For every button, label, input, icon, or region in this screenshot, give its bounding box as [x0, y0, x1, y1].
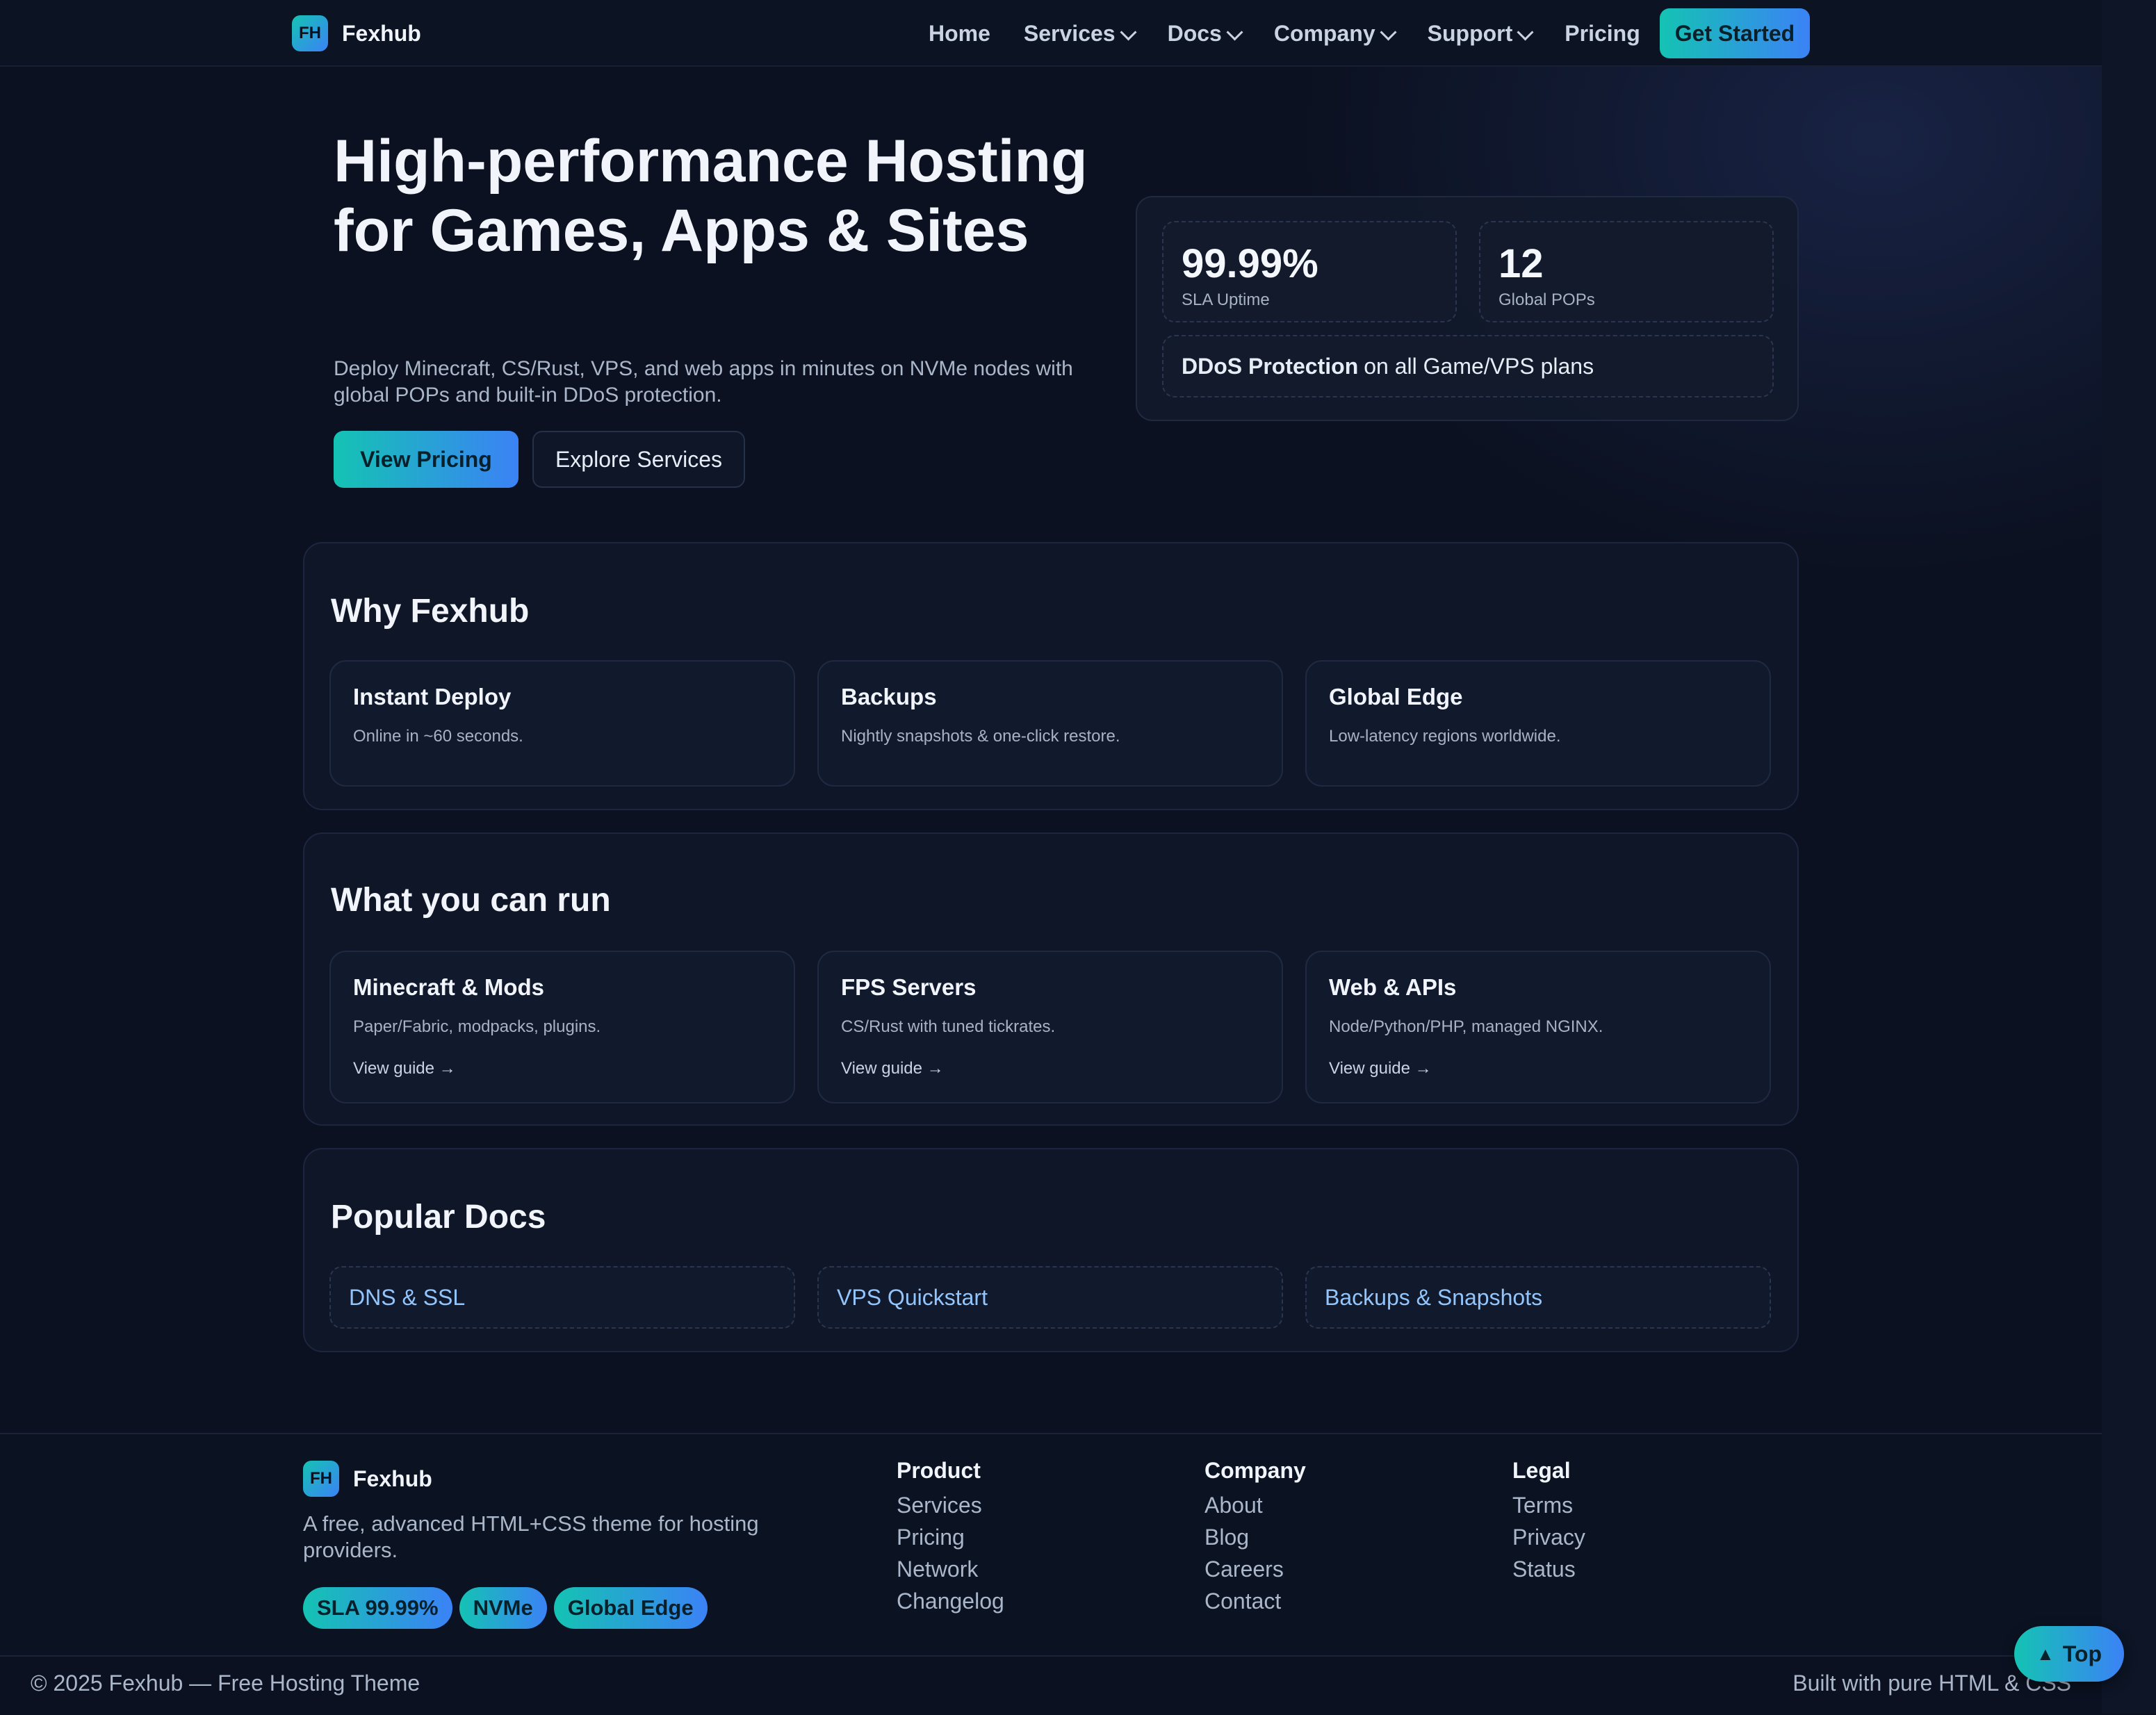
hero-title: High-performance Hosting for Games, Apps…	[334, 128, 1088, 264]
footer-col-title: Product	[897, 1458, 981, 1483]
brand-name: Fexhub	[353, 1466, 432, 1491]
chevron-down-icon	[1226, 23, 1243, 41]
explore-services-button[interactable]: Explore Services	[532, 431, 745, 488]
run-card-web-apis: Web & APIs Node/Python/PHP, managed NGIN…	[1305, 951, 1771, 1103]
view-guide-link[interactable]: View guide →	[841, 1059, 944, 1078]
brand-logo-icon: FH	[303, 1461, 339, 1497]
ddos-note: DDoS Protection on all Game/VPS plans	[1162, 335, 1774, 397]
footer-col-legal: Legal Terms Privacy Status	[1512, 1458, 1585, 1585]
get-started-button[interactable]: Get Started	[1659, 8, 1811, 58]
stats-card: 99.99% SLA Uptime 12 Global POPs DDoS Pr…	[1136, 196, 1799, 421]
nav-item-docs[interactable]: Docs	[1167, 20, 1243, 47]
view-pricing-button[interactable]: View Pricing	[334, 431, 518, 488]
ddos-rest: on all Game/VPS plans	[1364, 353, 1594, 379]
nav-item-label: Services	[1023, 20, 1116, 46]
view-guide-link[interactable]: View guide →	[353, 1059, 456, 1078]
docs-section: Popular Docs DNS & SSL VPS Quickstart Ba…	[303, 1148, 1799, 1352]
run-section: What you can run Minecraft & Mods Paper/…	[303, 832, 1799, 1126]
card-title: FPS Servers	[841, 974, 977, 1000]
stat-label: SLA Uptime	[1182, 290, 1270, 309]
chevron-down-icon	[1120, 23, 1137, 41]
footer-link-careers[interactable]: Careers	[1204, 1553, 1306, 1585]
nav-item-services[interactable]: Services	[1023, 20, 1137, 47]
brand-logo-icon: FH	[292, 15, 328, 51]
card-text: CS/Rust with tuned tickrates.	[841, 1017, 1056, 1036]
card-title: Instant Deploy	[353, 684, 512, 709]
back-to-top-label: Top	[2062, 1641, 2102, 1666]
copyright: © 2025 Fexhub — Free Hosting Theme	[31, 1671, 420, 1696]
feature-card-backups: Backups Nightly snapshots & one-click re…	[817, 660, 1283, 787]
nav-item-company[interactable]: Company	[1273, 20, 1397, 47]
card-title: Minecraft & Mods	[353, 974, 545, 1000]
card-text: Low-latency regions worldwide.	[1329, 727, 1561, 746]
main-menu: Home Services Docs Company Support Prici…	[929, 8, 1811, 58]
feature-card-global-edge: Global Edge Low-latency regions worldwid…	[1305, 660, 1771, 787]
view-guide-link[interactable]: View guide →	[1329, 1059, 1432, 1078]
footer-link-privacy[interactable]: Privacy	[1512, 1521, 1585, 1553]
stat-pops: 12 Global POPs	[1479, 221, 1774, 322]
card-text: Node/Python/PHP, managed NGINX.	[1329, 1017, 1603, 1036]
footer-link-services[interactable]: Services	[897, 1489, 1004, 1521]
stat-uptime: 99.99% SLA Uptime	[1162, 221, 1457, 322]
run-card-fps-servers: FPS Servers CS/Rust with tuned tickrates…	[817, 951, 1283, 1103]
triangle-up-icon: ▲	[2036, 1643, 2055, 1664]
run-card-minecraft: Minecraft & Mods Paper/Fabric, modpacks,…	[329, 951, 795, 1103]
nav-item-home[interactable]: Home	[929, 21, 990, 47]
badge-sla: SLA 99.99%	[303, 1587, 452, 1629]
footer-tagline: A free, advanced HTML+CSS theme for host…	[303, 1511, 759, 1562]
card-text: Paper/Fabric, modpacks, plugins.	[353, 1017, 601, 1036]
nav-item-label: Support	[1427, 20, 1513, 46]
scrollbar-track[interactable]	[2102, 0, 2156, 1714]
top-navbar: FH Fexhub Home Services Docs Company Sup…	[0, 0, 2102, 67]
nav-item-pricing[interactable]: Pricing	[1565, 21, 1640, 47]
footer-col-title: Company	[1204, 1458, 1306, 1483]
footer: FH Fexhub A free, advanced HTML+CSS them…	[0, 1433, 2102, 1657]
footer-link-changelog[interactable]: Changelog	[897, 1585, 1004, 1617]
badge-nvme: NVMe	[459, 1587, 547, 1629]
ddos-strong: DDoS Protection	[1182, 353, 1359, 379]
footer-link-terms[interactable]: Terms	[1512, 1489, 1585, 1521]
chevron-down-icon	[1380, 23, 1397, 41]
stat-value: 12	[1498, 241, 1544, 286]
nav-item-support[interactable]: Support	[1427, 20, 1534, 47]
section-title: Why Fexhub	[331, 593, 530, 630]
stat-label: Global POPs	[1498, 290, 1595, 309]
brand-name: Fexhub	[342, 20, 421, 46]
nav-item-label: Company	[1273, 20, 1375, 46]
doc-link-dns-ssl[interactable]: DNS & SSL	[329, 1266, 795, 1329]
doc-link-backups-snapshots[interactable]: Backups & Snapshots	[1305, 1266, 1771, 1329]
nav-item-label: Docs	[1167, 20, 1222, 46]
badge-global-edge: Global Edge	[553, 1587, 708, 1629]
card-text: Online in ~60 seconds.	[353, 727, 523, 746]
feature-card-instant-deploy: Instant Deploy Online in ~60 seconds.	[329, 660, 795, 787]
section-title: What you can run	[331, 882, 611, 919]
footer-link-contact[interactable]: Contact	[1204, 1585, 1306, 1617]
bottom-bar: © 2025 Fexhub — Free Hosting Theme Built…	[0, 1655, 2102, 1715]
nav-item-label: Pricing	[1565, 20, 1640, 46]
card-text: Nightly snapshots & one-click restore.	[841, 727, 1120, 746]
hero-subtitle: Deploy Minecraft, CS/Rust, VPS, and web …	[334, 357, 1073, 407]
footer-link-blog[interactable]: Blog	[1204, 1521, 1306, 1553]
footer-col-product: Product Services Pricing Network Changel…	[897, 1458, 1004, 1617]
footer-brand[interactable]: FH Fexhub	[303, 1461, 432, 1497]
page: FH Fexhub Home Services Docs Company Sup…	[0, 0, 2102, 1715]
brand[interactable]: FH Fexhub	[292, 15, 421, 51]
card-title: Web & APIs	[1329, 974, 1457, 1000]
footer-link-status[interactable]: Status	[1512, 1553, 1585, 1585]
why-section: Why Fexhub Instant Deploy Online in ~60 …	[303, 542, 1799, 810]
doc-link-vps-quickstart[interactable]: VPS Quickstart	[817, 1266, 1283, 1329]
back-to-top-button[interactable]: ▲ Top	[2014, 1626, 2124, 1682]
card-title: Backups	[841, 684, 937, 709]
footer-badges: SLA 99.99% NVMe Global Edge	[303, 1587, 714, 1629]
footer-link-pricing[interactable]: Pricing	[897, 1521, 1004, 1553]
card-title: Global Edge	[1329, 684, 1463, 709]
footer-link-network[interactable]: Network	[897, 1553, 1004, 1585]
stat-value: 99.99%	[1182, 241, 1318, 286]
nav-item-label: Home	[929, 20, 990, 46]
footer-col-company: Company About Blog Careers Contact	[1204, 1458, 1306, 1617]
footer-col-title: Legal	[1512, 1458, 1571, 1483]
chevron-down-icon	[1517, 23, 1534, 41]
section-title: Popular Docs	[331, 1199, 546, 1236]
footer-link-about[interactable]: About	[1204, 1489, 1306, 1521]
